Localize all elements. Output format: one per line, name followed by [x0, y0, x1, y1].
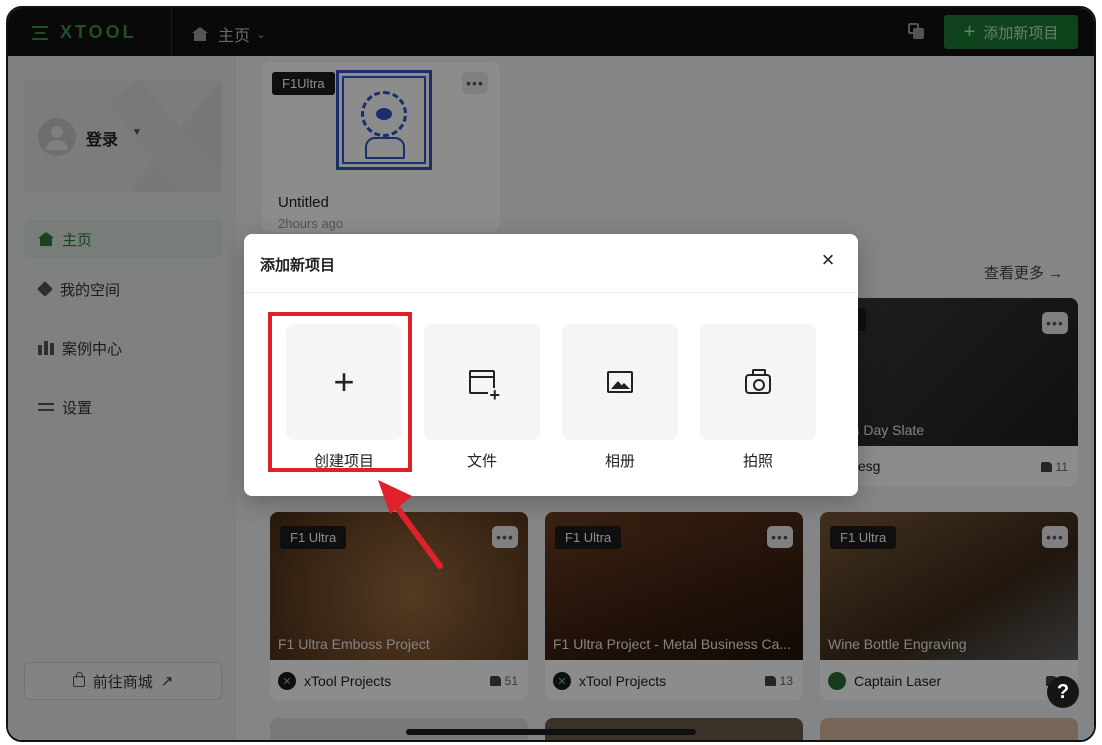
image-icon [607, 371, 633, 393]
album-option[interactable]: 相册 [562, 324, 678, 471]
camera-icon [745, 369, 771, 394]
create-project-option[interactable]: + 创建项目 [286, 324, 402, 471]
dialog-divider [244, 292, 858, 293]
home-indicator [406, 729, 696, 735]
dialog-title: 添加新项目 [260, 257, 336, 274]
option-label: 拍照 [742, 453, 773, 470]
option-label: 创建项目 [313, 453, 374, 470]
camera-option[interactable]: 拍照 [700, 324, 816, 471]
help-button[interactable]: ? [1047, 676, 1079, 708]
option-label: 相册 [604, 453, 635, 470]
close-icon[interactable]: × [818, 249, 838, 271]
file-option[interactable]: 文件 [424, 324, 540, 471]
plus-icon: + [286, 324, 402, 440]
option-label: 文件 [466, 453, 497, 470]
file-add-icon [469, 370, 501, 402]
add-project-dialog: 添加新项目 × + 创建项目 文件 相册 拍照 [244, 234, 858, 496]
